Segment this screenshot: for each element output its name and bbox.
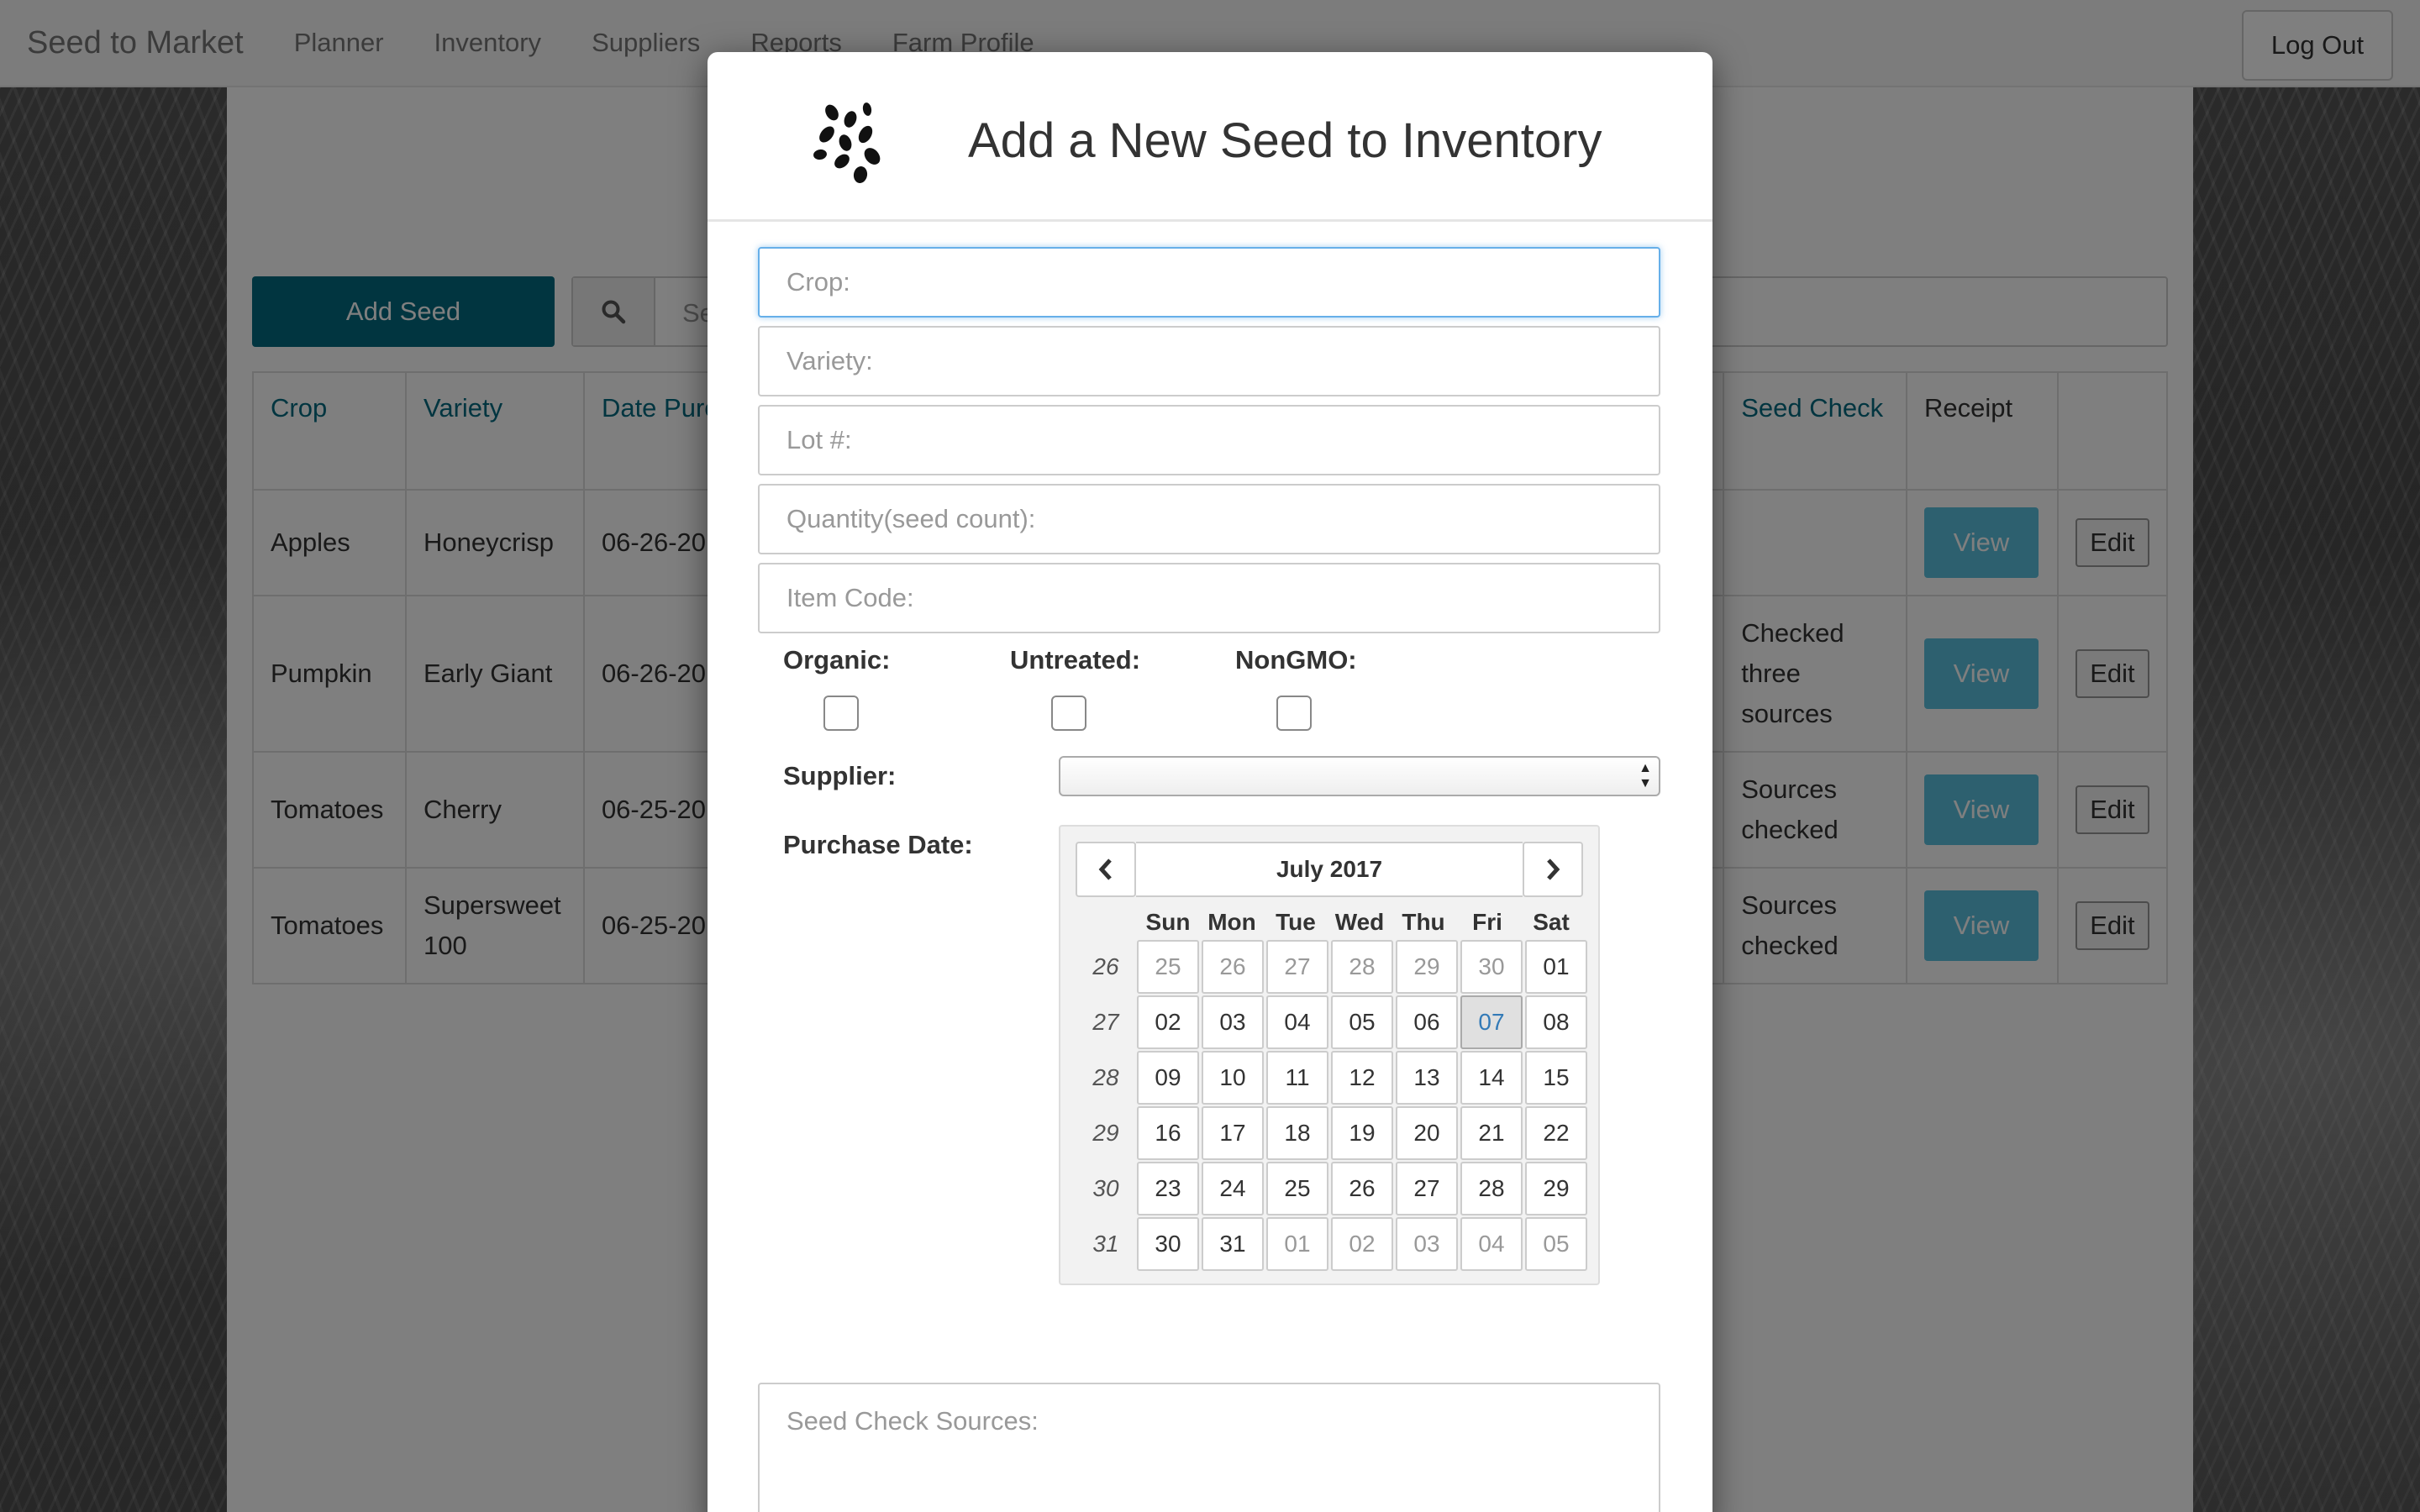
quantity-input[interactable]: Quantity(seed count): [758, 484, 1660, 554]
calendar-day[interactable]: 31 [1202, 1217, 1264, 1271]
calendar-day[interactable]: 27 [1396, 1162, 1458, 1215]
weekday-label: Wed [1334, 909, 1385, 935]
purchase-date-label: Purchase Date: [783, 830, 973, 859]
calendar-day[interactable]: 01 [1266, 1217, 1328, 1271]
calendar-day[interactable]: 06 [1396, 995, 1458, 1049]
calendar-day[interactable]: 14 [1460, 1051, 1523, 1105]
calendar-day[interactable]: 15 [1525, 1051, 1587, 1105]
organic-label: Organic: [783, 645, 891, 675]
next-month-button[interactable] [1523, 842, 1583, 897]
seeds-logo-icon [813, 102, 881, 183]
calendar-day[interactable]: 18 [1266, 1106, 1328, 1160]
calendar-day[interactable]: 01 [1525, 940, 1587, 994]
calendar-day[interactable]: 28 [1331, 940, 1393, 994]
supplier-label: Supplier: [783, 761, 897, 790]
calendar-day[interactable]: 17 [1202, 1106, 1264, 1160]
modal-title: Add a New Seed to Inventory [968, 113, 1602, 168]
calendar-week-row: 31 30 31 01 02 03 04 05 [1076, 1216, 1589, 1272]
calendar-day[interactable]: 27 [1266, 940, 1328, 994]
week-number: 29 [1092, 1120, 1119, 1146]
calendar-day[interactable]: 24 [1202, 1162, 1264, 1215]
organic-checkbox[interactable] [823, 696, 859, 731]
calendar-week-row: 30 23 24 25 26 27 28 29 [1076, 1161, 1589, 1216]
nongmo-checkbox[interactable] [1276, 696, 1312, 731]
calendar-day[interactable]: 29 [1525, 1162, 1587, 1215]
calendar-day[interactable]: 26 [1331, 1162, 1393, 1215]
calendar-grid: Sun Mon Tue Wed Thu Fri Sat 26 25 26 27 28 29… [1076, 906, 1589, 1272]
week-number: 27 [1092, 1009, 1119, 1035]
calendar-day[interactable]: 28 [1460, 1162, 1523, 1215]
weekday-label: Tue [1276, 909, 1316, 935]
calendar-week-row: 26 25 26 27 28 29 30 01 [1076, 939, 1589, 995]
datepicker-header: July 2017 [1076, 842, 1583, 897]
calendar-day[interactable]: 02 [1137, 995, 1199, 1049]
supplier-select[interactable]: ▲ ▼ [1059, 756, 1660, 796]
calendar-day[interactable]: 26 [1202, 940, 1264, 994]
add-seed-modal: Add a New Seed to Inventory Crop: Variet… [708, 52, 1712, 1512]
week-number: 30 [1092, 1175, 1119, 1201]
calendar-day[interactable]: 30 [1137, 1217, 1199, 1271]
calendar-day[interactable]: 11 [1266, 1051, 1328, 1105]
lot-input[interactable]: Lot #: [758, 405, 1660, 475]
calendar-week-row: 29 16 17 18 19 20 21 22 [1076, 1105, 1589, 1161]
modal-header: Add a New Seed to Inventory [708, 52, 1712, 222]
calendar-day[interactable]: 09 [1137, 1051, 1199, 1105]
datepicker: July 2017 Sun Mon Tue Wed Thu Fri Sat 26… [1059, 825, 1600, 1285]
seed-check-sources-textarea[interactable]: Seed Check Sources: [758, 1383, 1660, 1512]
month-title[interactable]: July 2017 [1136, 842, 1523, 897]
calendar-day[interactable]: 19 [1331, 1106, 1393, 1160]
crop-input[interactable]: Crop: [758, 247, 1660, 318]
calendar-day[interactable]: 05 [1331, 995, 1393, 1049]
weekday-label: Sat [1533, 909, 1570, 935]
calendar-day[interactable]: 16 [1137, 1106, 1199, 1160]
calendar-day[interactable]: 03 [1202, 995, 1264, 1049]
calendar-day[interactable]: 07 [1460, 995, 1523, 1049]
chevron-left-icon [1098, 858, 1112, 880]
calendar-day[interactable]: 22 [1525, 1106, 1587, 1160]
calendar-day[interactable]: 13 [1396, 1051, 1458, 1105]
calendar-day[interactable]: 20 [1396, 1106, 1458, 1160]
week-number: 28 [1092, 1064, 1119, 1090]
weekday-label: Mon [1207, 909, 1256, 935]
prev-month-button[interactable] [1076, 842, 1136, 897]
nongmo-label: NonGMO: [1235, 645, 1357, 675]
calendar-day[interactable]: 04 [1460, 1217, 1523, 1271]
calendar-day[interactable]: 25 [1137, 940, 1199, 994]
calendar-day[interactable]: 12 [1331, 1051, 1393, 1105]
calendar-day[interactable]: 04 [1266, 995, 1328, 1049]
item-code-input[interactable]: Item Code: [758, 563, 1660, 633]
untreated-checkbox[interactable] [1051, 696, 1086, 731]
calendar-day[interactable]: 21 [1460, 1106, 1523, 1160]
select-arrows-icon: ▲ ▼ [1639, 761, 1652, 790]
calendar-day[interactable]: 05 [1525, 1217, 1587, 1271]
weekday-header-row: Sun Mon Tue Wed Thu Fri Sat [1076, 906, 1589, 939]
calendar-day[interactable]: 08 [1525, 995, 1587, 1049]
variety-input[interactable]: Variety: [758, 326, 1660, 396]
calendar-day[interactable]: 30 [1460, 940, 1523, 994]
calendar-day[interactable]: 29 [1396, 940, 1458, 994]
calendar-day[interactable]: 02 [1331, 1217, 1393, 1271]
calendar-day[interactable]: 10 [1202, 1051, 1264, 1105]
calendar-week-row: 27 02 03 04 05 06 07 08 [1076, 995, 1589, 1050]
week-number-header [1076, 906, 1136, 939]
calendar-day[interactable]: 25 [1266, 1162, 1328, 1215]
weekday-label: Fri [1472, 909, 1502, 935]
calendar-day[interactable]: 03 [1396, 1217, 1458, 1271]
week-number: 31 [1092, 1231, 1119, 1257]
untreated-label: Untreated: [1010, 645, 1141, 675]
weekday-label: Sun [1145, 909, 1191, 935]
week-number: 26 [1092, 953, 1119, 979]
chevron-right-icon [1547, 858, 1560, 880]
weekday-label: Thu [1402, 909, 1445, 935]
calendar-week-row: 28 09 10 11 12 13 14 15 [1076, 1050, 1589, 1105]
calendar-day[interactable]: 23 [1137, 1162, 1199, 1215]
